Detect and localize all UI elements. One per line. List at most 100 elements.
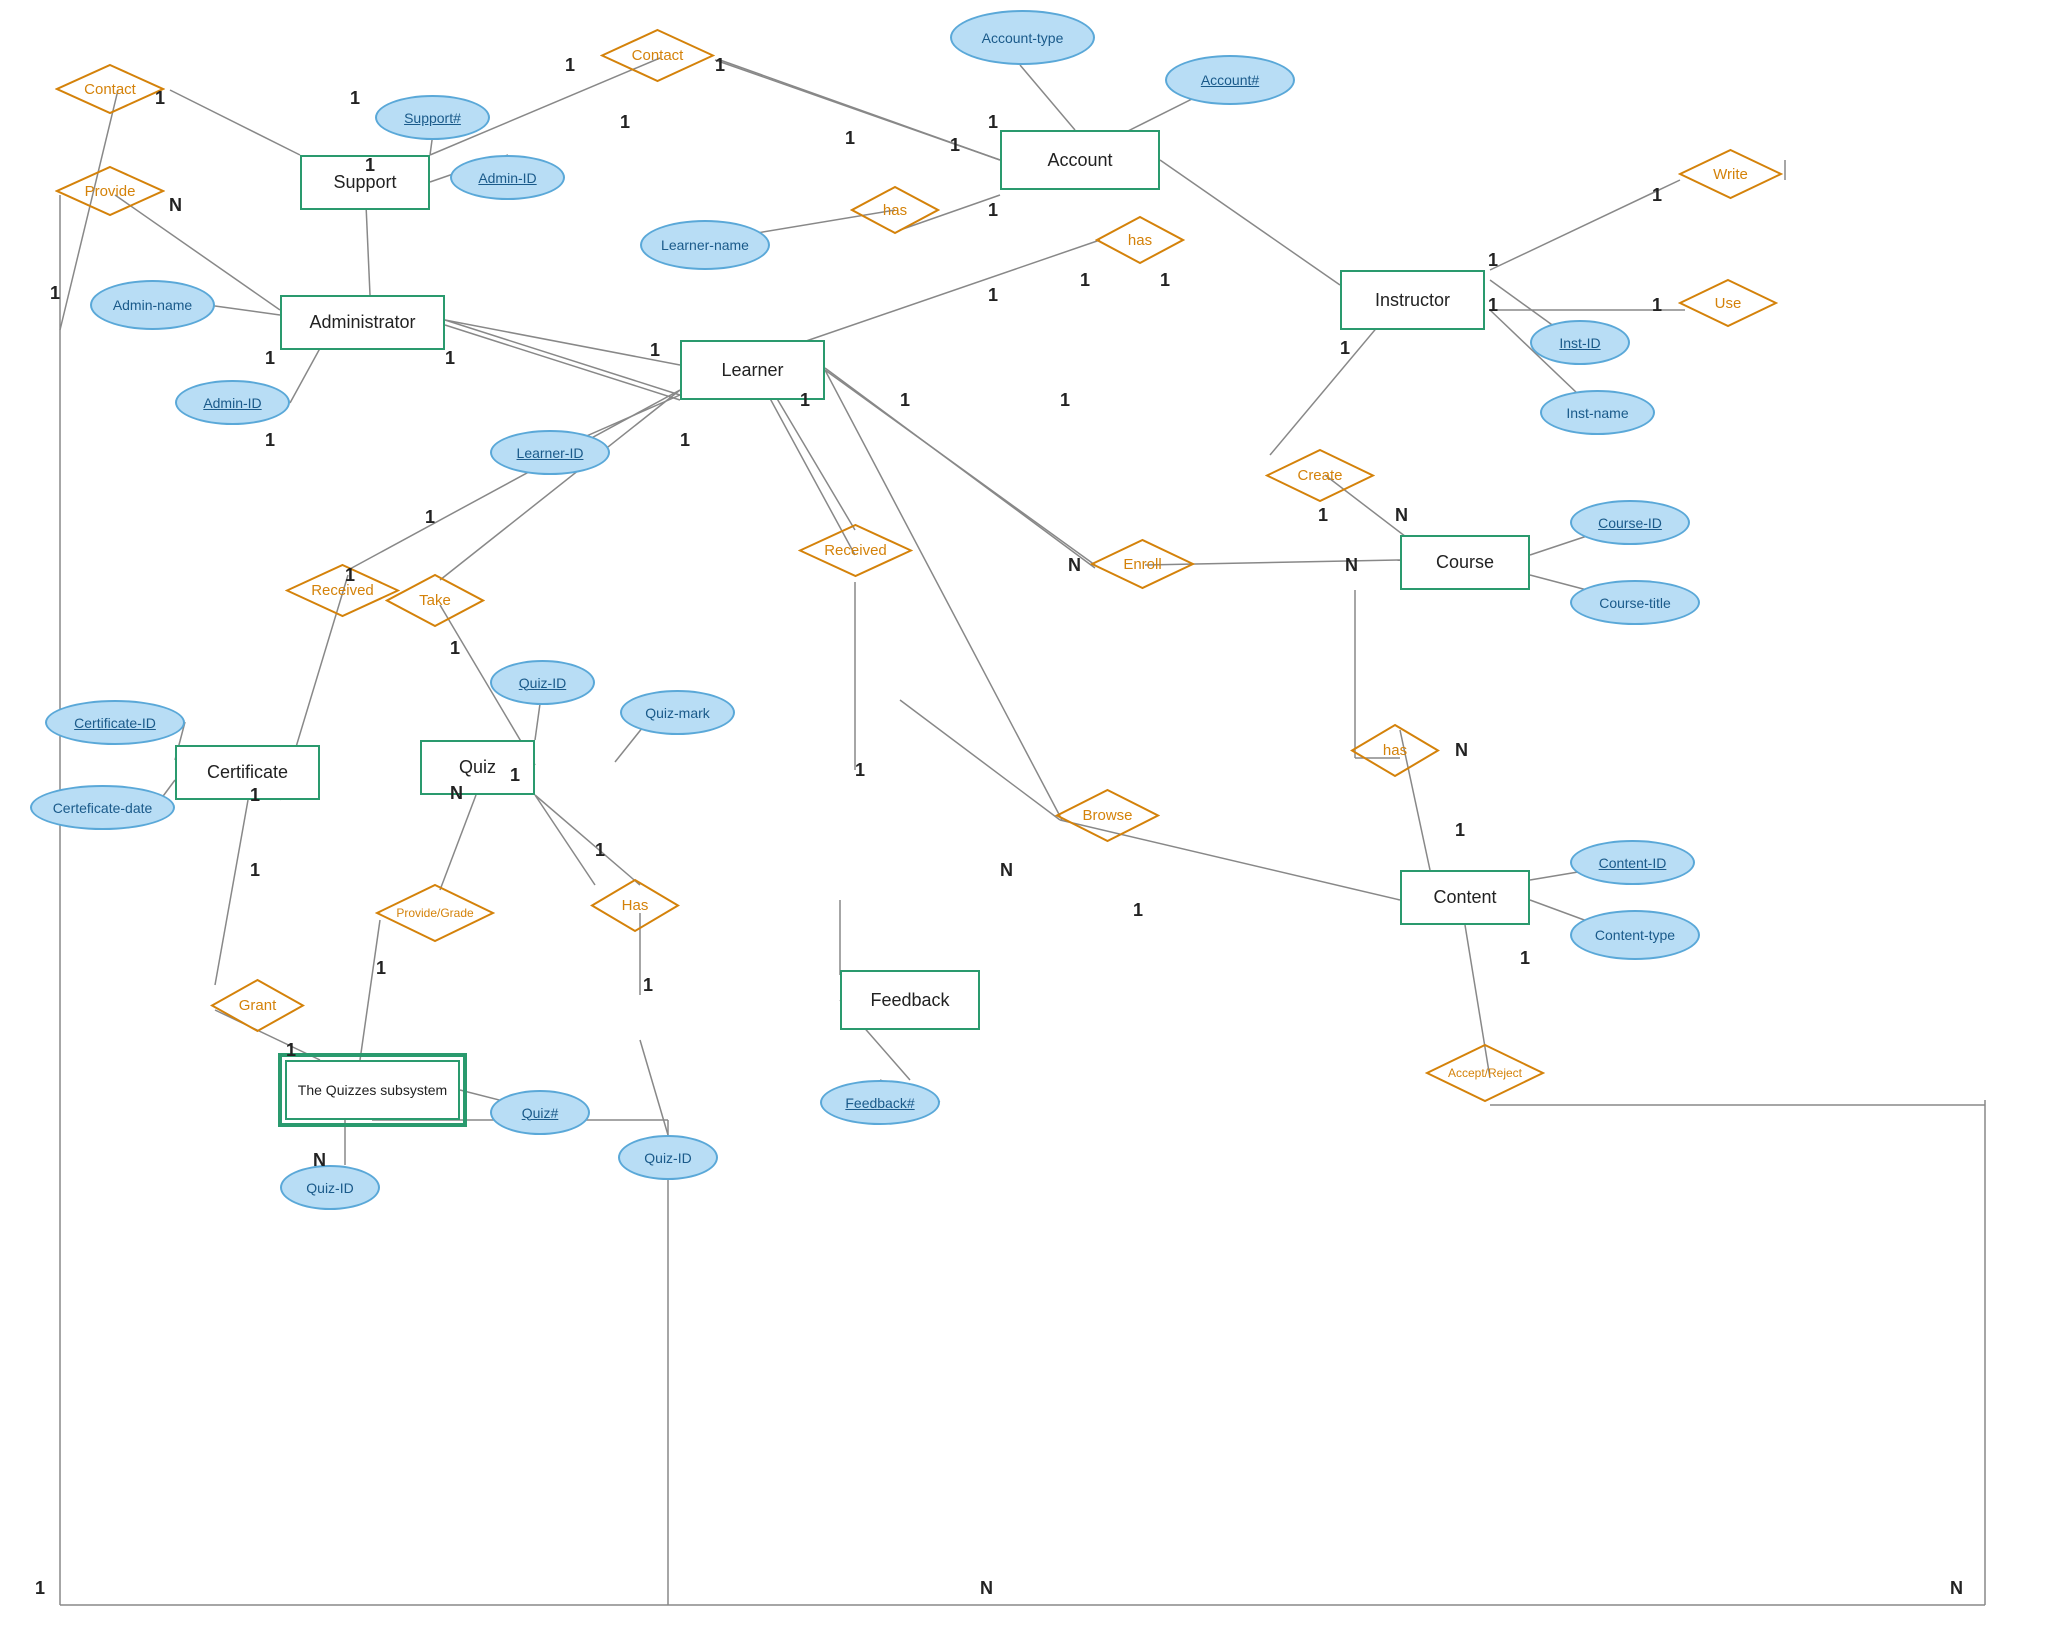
card-44: 1	[35, 1578, 45, 1599]
card-12: 1	[1160, 270, 1170, 291]
card-35: N	[450, 783, 463, 804]
attr-quiz-id-bottom: Quiz-ID	[618, 1135, 718, 1180]
rel-contact-left: Contact	[55, 63, 165, 115]
card-19: N	[1395, 505, 1408, 526]
card-4: 1	[845, 128, 855, 149]
rel-received1: Received	[285, 563, 400, 618]
card-6: 1	[350, 88, 360, 109]
card-1: 1	[565, 55, 575, 76]
card-18: 1	[1318, 505, 1328, 526]
attr-quiz-id: Quiz-ID	[490, 660, 595, 705]
attr-support-num: Support#	[375, 95, 490, 140]
card-49: 1	[680, 430, 690, 451]
card-20: 1	[1060, 390, 1070, 411]
attr-quiz-num: Quiz#	[490, 1090, 590, 1135]
card-46: 1	[445, 348, 455, 369]
entity-quizzes-subsystem: The Quizzes subsystem	[285, 1060, 460, 1120]
card-43: N	[1950, 1578, 1963, 1599]
card-14: 1	[1488, 250, 1498, 271]
attr-feedback-num: Feedback#	[820, 1080, 940, 1125]
entity-course: Course	[1400, 535, 1530, 590]
card-50: 1	[365, 155, 375, 176]
card-11: 1	[1080, 270, 1090, 291]
card-26: 1	[450, 638, 460, 659]
card-21: N	[1068, 555, 1081, 576]
attr-course-title: Course-title	[1570, 580, 1700, 625]
entity-administrator: Administrator	[280, 295, 445, 350]
attr-quiz-id-sub: Quiz-ID	[280, 1165, 380, 1210]
attr-learner-name: Learner-name	[640, 220, 770, 270]
card-51: 1	[620, 112, 630, 133]
rel-contact-top: Contact	[600, 28, 715, 83]
attr-content-type: Content-type	[1570, 910, 1700, 960]
attr-inst-name: Inst-name	[1540, 390, 1655, 435]
card-39: 1	[250, 860, 260, 881]
attr-quiz-mark: Quiz-mark	[620, 690, 735, 735]
card-30: N	[1455, 740, 1468, 761]
attr-content-id: Content-ID	[1570, 840, 1695, 885]
card-3: 1	[950, 135, 960, 156]
attr-account-type: Account-type	[950, 10, 1095, 65]
card-52: 1	[988, 112, 998, 133]
rel-has-course-content: has	[1350, 723, 1440, 778]
card-31: 1	[1455, 820, 1465, 841]
connector-lines	[0, 0, 2059, 1632]
rel-accept-reject: Accept/Reject	[1425, 1043, 1545, 1103]
card-10: 1	[988, 200, 998, 221]
card-33: N	[1000, 860, 1013, 881]
entity-certificate: Certificate	[175, 745, 320, 800]
card-15: 1	[1652, 295, 1662, 316]
card-38: 1	[643, 975, 653, 996]
card-2: 1	[715, 55, 725, 76]
rel-take: Take	[385, 573, 485, 628]
rel-received2: Received	[798, 523, 913, 578]
attr-course-id: Course-ID	[1570, 500, 1690, 545]
er-diagram: Account Support Administrator Learner In…	[0, 0, 2059, 1632]
card-16: 1	[1488, 295, 1498, 316]
rel-use: Use	[1678, 278, 1778, 328]
rel-browse: Browse	[1055, 788, 1160, 843]
card-37: 1	[595, 840, 605, 861]
card-7: 1	[50, 283, 60, 304]
rel-has-quiz-feedback: Has	[590, 878, 680, 933]
rel-create: Create	[1265, 448, 1375, 503]
card-23: 1	[425, 507, 435, 528]
card-5: 1	[155, 88, 165, 109]
card-27: 1	[510, 765, 520, 786]
rel-has-learner: has	[850, 185, 940, 235]
card-48: 1	[650, 340, 660, 361]
rel-grant: Grant	[210, 978, 305, 1033]
attr-cert-date: Certeficate-date	[30, 785, 175, 830]
rel-has-instructor: has	[1095, 215, 1185, 265]
attr-admin-id-support: Admin-ID	[450, 155, 565, 200]
card-9: 1	[988, 285, 998, 306]
card-32: 1	[900, 390, 910, 411]
card-34: 1	[1133, 900, 1143, 921]
card-17: 1	[1340, 338, 1350, 359]
card-29: 1	[855, 760, 865, 781]
card-41: N	[313, 1150, 326, 1171]
rel-enroll: Enroll	[1090, 538, 1195, 590]
attr-learner-id: Learner-ID	[490, 430, 610, 475]
card-36: 1	[376, 958, 386, 979]
attr-inst-id: Inst-ID	[1530, 320, 1630, 365]
rel-provide: Provide	[55, 165, 165, 217]
attr-admin-id2: Admin-ID	[175, 380, 290, 425]
attr-admin-name: Admin-name	[90, 280, 215, 330]
card-53: 1	[265, 348, 275, 369]
card-24: 1	[250, 785, 260, 806]
rel-provide-grade: Provide/Grade	[375, 883, 495, 943]
entity-feedback: Feedback	[840, 970, 980, 1030]
attr-cert-id: Certificate-ID	[45, 700, 185, 745]
card-28: 1	[800, 390, 810, 411]
card-42: 1	[1520, 948, 1530, 969]
card-47: 1	[265, 430, 275, 451]
entity-content: Content	[1400, 870, 1530, 925]
attr-account-num: Account#	[1165, 55, 1295, 105]
entity-instructor: Instructor	[1340, 270, 1485, 330]
rel-write: Write	[1678, 148, 1783, 200]
card-45: N	[980, 1578, 993, 1599]
card-13: 1	[1652, 185, 1662, 206]
card-22: N	[1345, 555, 1358, 576]
entity-account: Account	[1000, 130, 1160, 190]
